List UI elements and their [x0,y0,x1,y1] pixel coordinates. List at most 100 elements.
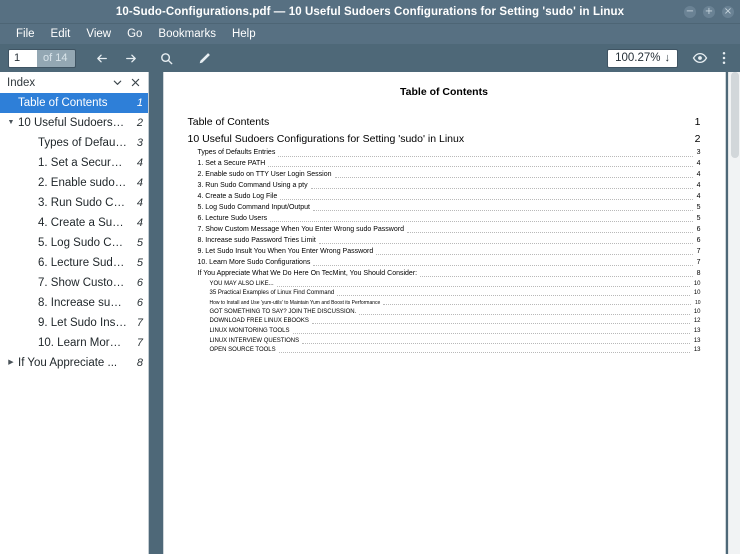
outline-item[interactable]: 7. Show Custom ... 6 [0,273,148,293]
outline-item[interactable]: ▶If You Appreciate ...8 [0,353,148,373]
menu-bar: File Edit View Go Bookmarks Help [0,24,740,44]
toc-entry[interactable]: 5. Log Sudo Command Input/Output5 [188,204,701,213]
toc-entry[interactable]: GOT SOMETHING TO SAY? JOIN THE DISCUSSIO… [188,309,701,317]
zoom-control[interactable]: 100.27% ↓ [607,49,678,68]
toc-entry[interactable]: 1. Set a Secure PATH4 [188,160,701,169]
page-number-input[interactable]: 1 [9,50,37,67]
toc-entry-page: 7 [693,259,701,268]
toc-entry-label: 7. Show Custom Message When You Enter Wr… [198,226,407,235]
toc-leader-dots [383,304,691,305]
toc-entry[interactable]: YOU MAY ALSO LIKE...10 [188,281,701,289]
outline-item[interactable]: Types of Defaults ... 3 [0,133,148,153]
toc-leader-dots [319,243,693,244]
toc-entry[interactable]: DOWNLOAD FREE LINUX EBOOKS12 [188,318,701,326]
annotate-button[interactable] [190,46,218,70]
toc-entry[interactable]: 2. Enable sudo on TTY User Login Session… [188,171,701,180]
minimize-button[interactable]: − [684,6,696,18]
menu-file[interactable]: File [8,27,43,41]
toc-entry[interactable]: 8. Increase sudo Password Tries Limit6 [188,237,701,246]
toc-entry[interactable]: 7. Show Custom Message When You Enter Wr… [188,226,701,235]
menu-help[interactable]: Help [224,27,264,41]
outline-item-label: 6. Lecture Sudo U... [38,257,127,269]
toc-entry-label: 8. Increase sudo Password Tries Limit [198,237,319,246]
collapsed-triangle-icon[interactable]: ▶ [4,353,18,373]
previous-page-button[interactable] [88,46,116,70]
maximize-button[interactable]: + [703,6,715,18]
toc-leader-dots [280,199,692,200]
outline-item-label: 5. Log Sudo Com... [38,237,127,249]
outline-item[interactable]: Table of Contents1 [0,93,148,113]
outline-item[interactable]: 4. Create a Sudo L...4 [0,213,148,233]
toc-entry-label: Table of Contents [188,116,273,129]
outline-item[interactable]: 10. Learn More Su... 7 [0,333,148,353]
outline-item-page: 2 [133,117,143,129]
next-page-button[interactable] [116,46,144,70]
toc-entry-page: 4 [693,171,701,180]
outline-item[interactable]: 9. Let Sudo Insult ...7 [0,313,148,333]
expanded-triangle-icon[interactable]: ▼ [4,113,18,133]
toc-entry[interactable]: 10. Learn More Sudo Configurations7 [188,259,701,268]
menu-view[interactable]: View [78,27,119,41]
outline-item-page: 6 [133,277,143,289]
toc-entry-label: LINUX INTERVIEW QUESTIONS [210,338,303,346]
page-number-control[interactable]: 1 of 14 [8,49,76,68]
outline-item[interactable]: 6. Lecture Sudo U...5 [0,253,148,273]
close-button[interactable]: × [722,6,734,18]
toc-leader-dots [337,295,690,296]
sidebar-panel: Index Table of Contents1▼10 Useful Sudoe… [0,72,149,554]
toc-entry-label: 2. Enable sudo on TTY User Login Session [198,171,335,180]
toc-entry[interactable]: LINUX INTERVIEW QUESTIONS 13 [188,338,701,346]
view-mode-button[interactable] [686,46,714,70]
toc-leader-dots [277,286,690,287]
outline-item-page: 7 [133,337,143,349]
toc-entry-page: 13 [690,338,701,346]
outline-item-label: 10. Learn More Su... [38,337,127,349]
toc-entry[interactable]: Types of Defaults Entries3 [188,149,701,158]
toc-entry[interactable]: LINUX MONITORING TOOLS13 [188,328,701,336]
outline-item[interactable]: 1. Set a Secure PA...4 [0,153,148,173]
toc-entry[interactable]: OPEN SOURCE TOOLS13 [188,347,701,355]
outline-item[interactable]: 2. Enable sudo on ...4 [0,173,148,193]
menu-edit[interactable]: Edit [43,27,79,41]
toc-entry-page: 4 [693,182,701,191]
toc-entry[interactable]: If You Appreciate What We Do Here On Tec… [188,270,701,279]
toc-entry[interactable]: 6. Lecture Sudo Users5 [188,215,701,224]
toc-entry[interactable]: 3. Run Sudo Command Using a pty4 [188,182,701,191]
sidebar-close-button[interactable] [126,74,144,92]
vertical-scrollbar[interactable] [728,72,740,554]
toc-leader-dots [313,210,693,211]
outline-item-label: 10 Useful Sudoers C... [18,117,127,129]
chevron-down-icon: ↓ [665,52,671,64]
toc-entry[interactable]: 4. Create a Sudo Log File4 [188,193,701,202]
outline-item[interactable]: 5. Log Sudo Com...5 [0,233,148,253]
toc-entry-page: 8 [693,270,701,279]
sidebar-collapse-button[interactable] [108,74,126,92]
menu-go[interactable]: Go [119,27,150,41]
search-button[interactable] [152,46,180,70]
toc-entry[interactable]: 35 Practical Examples of Linux Find Comm… [188,290,701,298]
toc-entry-page: 12 [690,318,701,326]
toc-entry[interactable]: How to Install and Use 'yum-utils' to Ma… [188,300,701,306]
toc-leader-dots [302,343,690,344]
toc-entry[interactable]: Table of Contents 1 [188,116,701,129]
menu-bookmarks[interactable]: Bookmarks [150,27,224,41]
outline-item-label: Types of Defaults ... [38,137,127,149]
outline-item-page: 3 [133,137,143,149]
toc-entry[interactable]: 9. Let Sudo Insult You When You Enter Wr… [188,248,701,257]
more-options-button[interactable] [714,46,734,70]
toc-leader-dots [376,254,692,255]
pencil-icon [197,51,212,66]
outline-item-label: 7. Show Custom ... [38,277,127,289]
outline-item[interactable]: 8. Increase sudo P...6 [0,293,148,313]
toc-entry-page: 1 [691,116,701,129]
toc-leader-dots [311,188,693,189]
toc-entry-label: How to Install and Use 'yum-utils' to Ma… [210,300,384,306]
toc-entry-page: 10 [690,309,701,317]
page-title: Table of Contents [188,86,701,98]
outline-item[interactable]: ▼10 Useful Sudoers C... 2 [0,113,148,133]
toc-leader-dots [335,177,693,178]
toc-entry[interactable]: 10 Useful Sudoers Configurations for Set… [188,133,701,146]
scrollbar-thumb[interactable] [731,72,739,158]
outline-tree[interactable]: Table of Contents1▼10 Useful Sudoers C..… [0,93,148,554]
outline-item[interactable]: 3. Run Sudo Com...4 [0,193,148,213]
